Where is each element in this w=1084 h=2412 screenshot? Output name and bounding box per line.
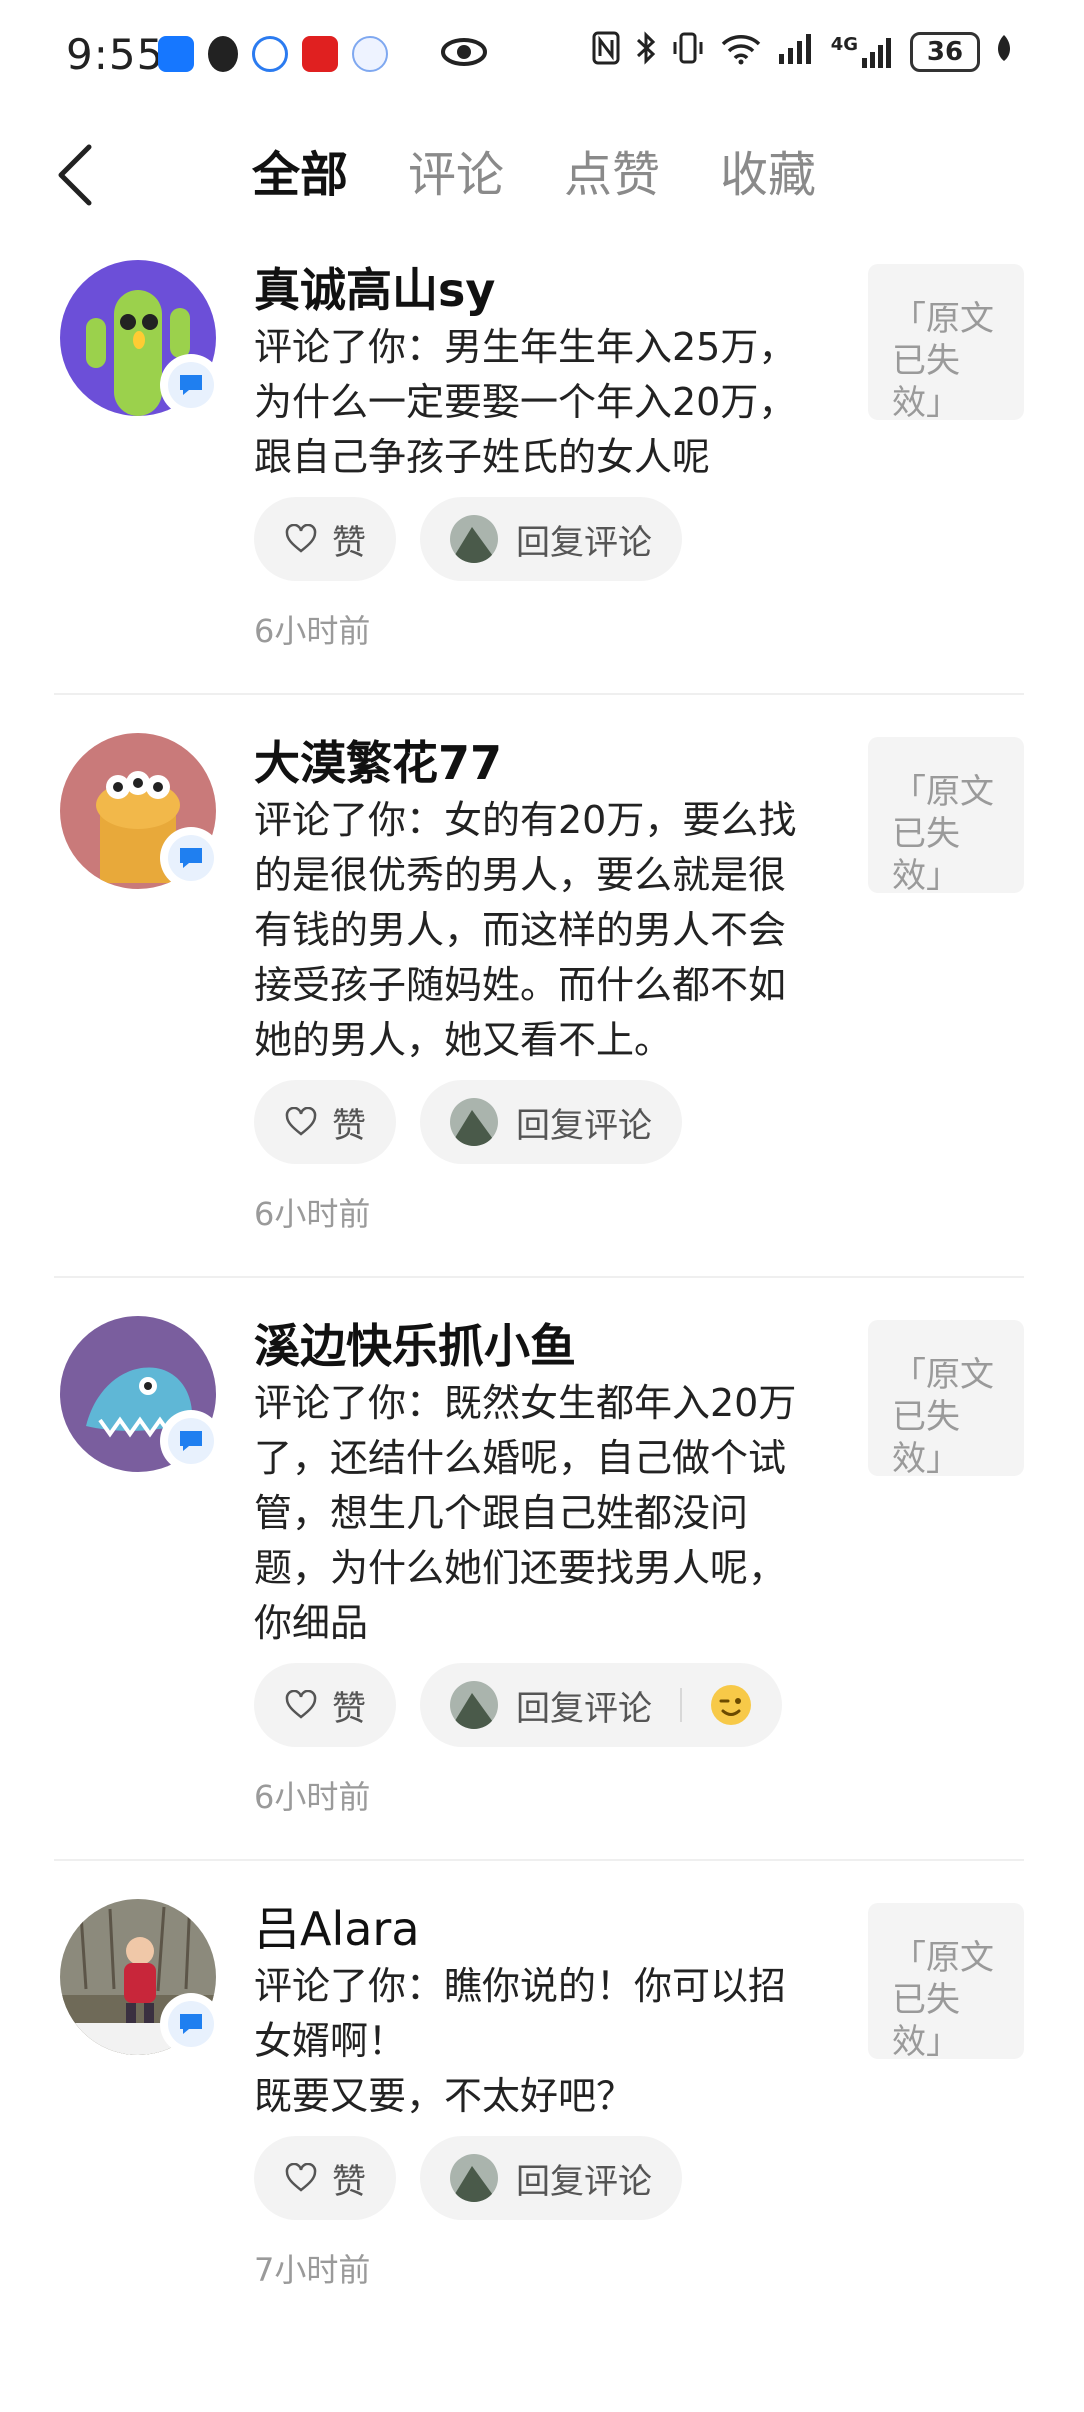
tab-all[interactable]: 全部: [252, 140, 348, 210]
list-item: 真诚高山sy 评论了你：男生年生年入25万，为什么一定要娶一个年入20万，跟自己…: [54, 258, 1024, 695]
original-post-thumbnail[interactable]: 「原文已失效」: [868, 264, 1024, 423]
divider: [680, 1688, 682, 1722]
list-item: 大漠繁花77 评论了你：女的有20万，要么找的是很优秀的男人，要么就是很有钱的男…: [54, 731, 1024, 1278]
item-actions: 赞 回复评论: [254, 1663, 814, 1747]
tab-favorites[interactable]: 收藏: [720, 140, 816, 210]
tab-likes[interactable]: 点赞: [564, 140, 660, 210]
chevron-left-icon: [58, 144, 92, 206]
comment-icon: [180, 375, 202, 395]
original-post-thumbnail[interactable]: 「原文已失效」: [868, 1903, 1024, 2062]
comment-icon: [180, 848, 202, 868]
heart-icon: [285, 2163, 317, 2192]
avatar[interactable]: [60, 733, 222, 889]
avatar[interactable]: [60, 1316, 222, 1472]
wifi-icon: [719, 30, 763, 73]
item-actions: 赞 回复评论: [254, 1080, 814, 1164]
comment-icon: [180, 1431, 202, 1451]
qq-icon: [208, 36, 238, 72]
list-item: 溪边快乐抓小鱼 评论了你：既然女生都年入20万了，还结什么婚呢，自己做个试管，想…: [54, 1314, 1024, 1861]
item-content: 溪边快乐抓小鱼 评论了你：既然女生都年入20万了，还结什么婚呢，自己做个试管，想…: [254, 1314, 814, 1859]
like-button[interactable]: 赞: [254, 1080, 396, 1164]
user-avatar-icon: [450, 1681, 498, 1729]
username[interactable]: 吕Alara: [254, 1899, 814, 1959]
list-item: 吕Alara 评论了你：瞧你说的！你可以招女婿啊！ 既要又要，不太好吧？ 赞 回…: [54, 1897, 1024, 2332]
wink-emoji-icon[interactable]: [710, 1684, 752, 1726]
reply-button[interactable]: 回复评论: [420, 1663, 782, 1747]
tab-comments[interactable]: 评论: [408, 140, 504, 210]
status-bar: 9:55 4G 36: [0, 0, 1084, 110]
like-button[interactable]: 赞: [254, 1663, 396, 1747]
signal-icon: [777, 30, 817, 73]
app-notification-icon: [158, 36, 194, 72]
status-time: 9:55: [66, 30, 165, 79]
username[interactable]: 真诚高山sy: [254, 260, 814, 320]
comment-text[interactable]: 评论了你：瞧你说的！你可以招女婿啊！ 既要又要，不太好吧？: [254, 1959, 814, 2124]
original-post-thumbnail[interactable]: 「原文已失效」: [868, 1320, 1024, 1479]
leaf-icon: [994, 33, 1014, 70]
battery-indicator: 36: [910, 31, 980, 72]
like-button[interactable]: 赞: [254, 2136, 396, 2220]
status-right: 4G 36: [591, 30, 1014, 73]
bluetooth-icon: [635, 30, 657, 73]
user-avatar-icon: [450, 1098, 498, 1146]
app-notification-icon: [352, 36, 388, 72]
comment-badge: [160, 1410, 222, 1472]
item-actions: 赞 回复评论: [254, 2136, 814, 2220]
timestamp: 6小时前: [254, 612, 371, 650]
avatar[interactable]: [60, 260, 222, 416]
item-content: 真诚高山sy 评论了你：男生年生年入25万，为什么一定要娶一个年入20万，跟自己…: [254, 258, 814, 693]
heart-icon: [285, 1107, 317, 1136]
reply-button[interactable]: 回复评论: [420, 497, 682, 581]
header: 全部 评论 点赞 收藏: [0, 120, 1084, 230]
comment-badge: [160, 1993, 222, 2055]
signal-4g: 4G: [831, 34, 896, 70]
back-button[interactable]: [40, 140, 110, 210]
comment-icon: [180, 2014, 202, 2034]
reply-button[interactable]: 回复评论: [420, 1080, 682, 1164]
nfc-icon: [591, 30, 621, 73]
comment-text[interactable]: 评论了你：男生年生年入25万，为什么一定要娶一个年入20万，跟自己争孩子姓氏的女…: [254, 320, 814, 485]
item-content: 大漠繁花77 评论了你：女的有20万，要么找的是很优秀的男人，要么就是很有钱的男…: [254, 731, 814, 1276]
notification-icons: [158, 36, 388, 72]
item-actions: 赞 回复评论: [254, 497, 814, 581]
eye-icon: [440, 36, 488, 72]
search-app-icon: [252, 36, 288, 72]
app-notification-icon: [302, 36, 338, 72]
heart-icon: [285, 1690, 317, 1719]
like-button[interactable]: 赞: [254, 497, 396, 581]
user-avatar-icon: [450, 515, 498, 563]
notification-list: 真诚高山sy 评论了你：男生年生年入25万，为什么一定要娶一个年入20万，跟自己…: [0, 258, 1084, 2332]
reply-button[interactable]: 回复评论: [420, 2136, 682, 2220]
timestamp: 6小时前: [254, 1778, 371, 1816]
comment-text[interactable]: 评论了你：女的有20万，要么找的是很优秀的男人，要么就是很有钱的男人，而这样的男…: [254, 793, 814, 1068]
timestamp: 7小时前: [254, 2251, 371, 2289]
user-avatar-icon: [450, 2154, 498, 2202]
vibrate-icon: [671, 30, 705, 73]
original-post-thumbnail[interactable]: 「原文已失效」: [868, 737, 1024, 896]
heart-icon: [285, 524, 317, 553]
username[interactable]: 溪边快乐抓小鱼: [254, 1316, 814, 1376]
timestamp: 6小时前: [254, 1195, 371, 1233]
item-content: 吕Alara 评论了你：瞧你说的！你可以招女婿啊！ 既要又要，不太好吧？ 赞 回…: [254, 1897, 814, 2332]
comment-badge: [160, 354, 222, 416]
comment-badge: [160, 827, 222, 889]
tab-bar: 全部 评论 点赞 收藏: [252, 140, 816, 210]
avatar[interactable]: [60, 1899, 222, 2055]
username[interactable]: 大漠繁花77: [254, 733, 814, 793]
comment-text[interactable]: 评论了你：既然女生都年入20万了，还结什么婚呢，自己做个试管，想生几个跟自己姓都…: [254, 1376, 814, 1651]
